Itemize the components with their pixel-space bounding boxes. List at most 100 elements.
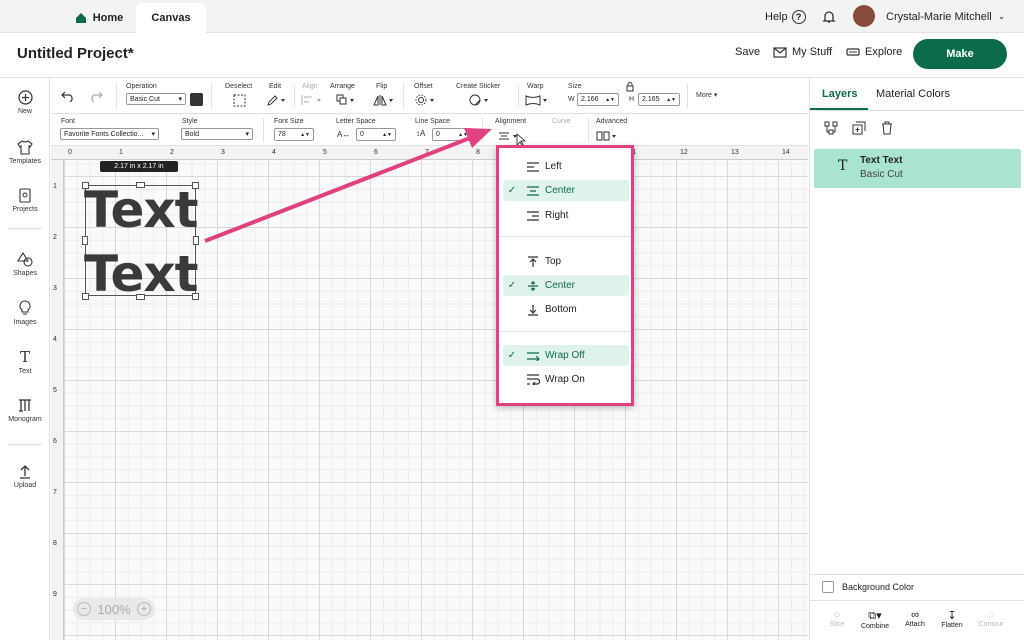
menu-item-top[interactable]: Top [503, 251, 629, 272]
ruler-left-number: 6 [53, 438, 57, 445]
background-color-checkbox[interactable] [822, 581, 834, 593]
align-icon[interactable] [301, 94, 323, 106]
sidebar-item-images[interactable]: Images [0, 300, 50, 326]
operation-label: Operation [126, 83, 157, 90]
project-title[interactable]: Untitled Project* [17, 45, 134, 62]
line-space-input[interactable]: 0 ▲▼ [432, 128, 472, 141]
lock-icon[interactable] [626, 82, 634, 92]
redo-icon[interactable] [89, 90, 103, 102]
bell-icon [822, 10, 836, 23]
more-button[interactable]: More ▾ [696, 91, 717, 99]
ruler-top-number: 13 [731, 149, 739, 156]
sidebar-divider [8, 444, 42, 445]
letter-space-label: Letter Space [336, 118, 376, 125]
menu-item-label: Bottom [545, 304, 577, 315]
contour-label: Contour [978, 621, 1004, 628]
sidebar-item-label: Templates [9, 158, 41, 165]
menu-item-left[interactable]: Left [503, 156, 629, 177]
tab-layers[interactable]: Layers [822, 88, 857, 100]
ruler-left: 1 2 3 4 5 6 7 8 9 [51, 160, 64, 640]
slice-button[interactable]: ○ Slice [824, 609, 850, 628]
toolbar-divider [403, 84, 404, 108]
combine-button[interactable]: ⧉▾ Combine [857, 609, 893, 630]
my-stuff-button[interactable]: My Stuff [773, 46, 832, 58]
contour-icon: ◌ [987, 609, 995, 621]
height-input[interactable]: 2.165 ▲▼ [638, 93, 680, 106]
machine-icon [846, 48, 860, 56]
flip-icon[interactable] [373, 94, 395, 106]
sidebar-item-upload[interactable]: Upload [0, 464, 50, 489]
menu-item-label: Top [545, 256, 562, 267]
sidebar-item-new[interactable]: New [0, 90, 50, 115]
toolbar-divider [211, 84, 212, 108]
warp-icon[interactable] [525, 94, 549, 106]
pencil-icon[interactable] [266, 94, 286, 106]
font-select[interactable]: Favorite Fonts Collectio... ▾ [60, 128, 159, 140]
undo-icon[interactable] [61, 90, 75, 102]
deselect-icon[interactable] [233, 94, 246, 107]
menu-divider [499, 331, 631, 332]
lightbulb-icon [19, 300, 31, 315]
size-label: Size [568, 83, 582, 90]
group-icon[interactable] [824, 121, 838, 135]
sidebar-item-monogram[interactable]: Monogram [0, 398, 50, 423]
arrange-icon[interactable] [336, 94, 356, 106]
sticker-icon[interactable] [469, 94, 491, 107]
user-name: Crystal-Marie Mitchell [886, 10, 992, 23]
sidebar-divider [8, 228, 42, 229]
zoom-in-icon[interactable]: + [137, 602, 151, 616]
save-button[interactable]: Save [735, 46, 760, 58]
ruler-left-number: 5 [53, 387, 57, 394]
toolbar-divider [263, 118, 264, 142]
width-input[interactable]: 2.166 ▲▼ [577, 93, 619, 106]
notifications-button[interactable] [822, 0, 836, 33]
font-size-input[interactable]: 78 ▲▼ [274, 128, 314, 141]
ruler-top-number: 8 [476, 149, 480, 156]
ruler-left-number: 2 [53, 234, 57, 241]
color-swatch[interactable] [190, 93, 203, 106]
menu-item-wrap-off[interactable]: ✓ Wrap Off [503, 345, 629, 366]
panel-divider [810, 600, 1024, 601]
contour-button[interactable]: ◌ Contour [976, 609, 1006, 628]
canvas-text-line-2[interactable]: Text [84, 246, 199, 302]
letter-space-input[interactable]: 0 ▲▼ [356, 128, 396, 141]
align-center-icon[interactable] [497, 130, 521, 142]
flatten-button[interactable]: ↧ Flatten [938, 609, 966, 629]
ruler-top-number: 4 [272, 149, 276, 156]
sidebar-item-templates[interactable]: Templates [0, 140, 50, 165]
project-header: Untitled Project* Save My Stuff Explore … [0, 33, 1024, 78]
offset-icon[interactable] [415, 94, 437, 106]
attach-button[interactable]: ∞ Attach [901, 609, 929, 628]
menu-item-bottom[interactable]: Bottom [503, 299, 629, 320]
menu-item-wrap-on[interactable]: Wrap On [503, 369, 629, 390]
sidebar-item-projects[interactable]: Projects [0, 188, 50, 213]
stepper-icon: ▲▼ [382, 131, 392, 138]
avatar[interactable] [853, 5, 875, 27]
sidebar-item-text[interactable]: T Text [0, 350, 50, 376]
tab-home[interactable]: Home [64, 3, 134, 33]
ruler-left-number: 9 [53, 591, 57, 598]
user-menu[interactable]: Crystal-Marie Mitchell ⌄ [886, 0, 1005, 33]
explore-button[interactable]: Explore [846, 46, 902, 58]
sidebar-item-shapes[interactable]: Shapes [0, 252, 50, 277]
tab-canvas[interactable]: Canvas [136, 3, 206, 33]
duplicate-icon[interactable] [852, 121, 866, 135]
menu-item-center[interactable]: ✓ Center [503, 180, 629, 201]
menu-item-right[interactable]: Right [503, 205, 629, 226]
help-button[interactable]: Help ? [765, 0, 806, 33]
menu-item-label: Left [545, 161, 562, 172]
slice-label: Slice [829, 621, 845, 628]
layer-item[interactable]: T Text Text Basic Cut [814, 149, 1021, 188]
edit-label: Edit [269, 83, 282, 90]
advanced-icon[interactable] [596, 130, 620, 142]
make-button[interactable]: Make [913, 39, 1007, 69]
zoom-out-icon[interactable]: − [77, 602, 91, 616]
sidebar-item-label: Monogram [8, 416, 42, 423]
toolbar-divider [116, 84, 117, 108]
operation-select[interactable]: Basic Cut ▾ [126, 93, 186, 105]
menu-item-vertical-center[interactable]: ✓ Center [503, 275, 629, 296]
style-select[interactable]: Bold ▾ [181, 128, 253, 140]
trash-icon[interactable] [880, 121, 894, 135]
canvas-text-line-1[interactable]: Text [84, 182, 199, 238]
tab-material-colors[interactable]: Material Colors [876, 88, 950, 100]
